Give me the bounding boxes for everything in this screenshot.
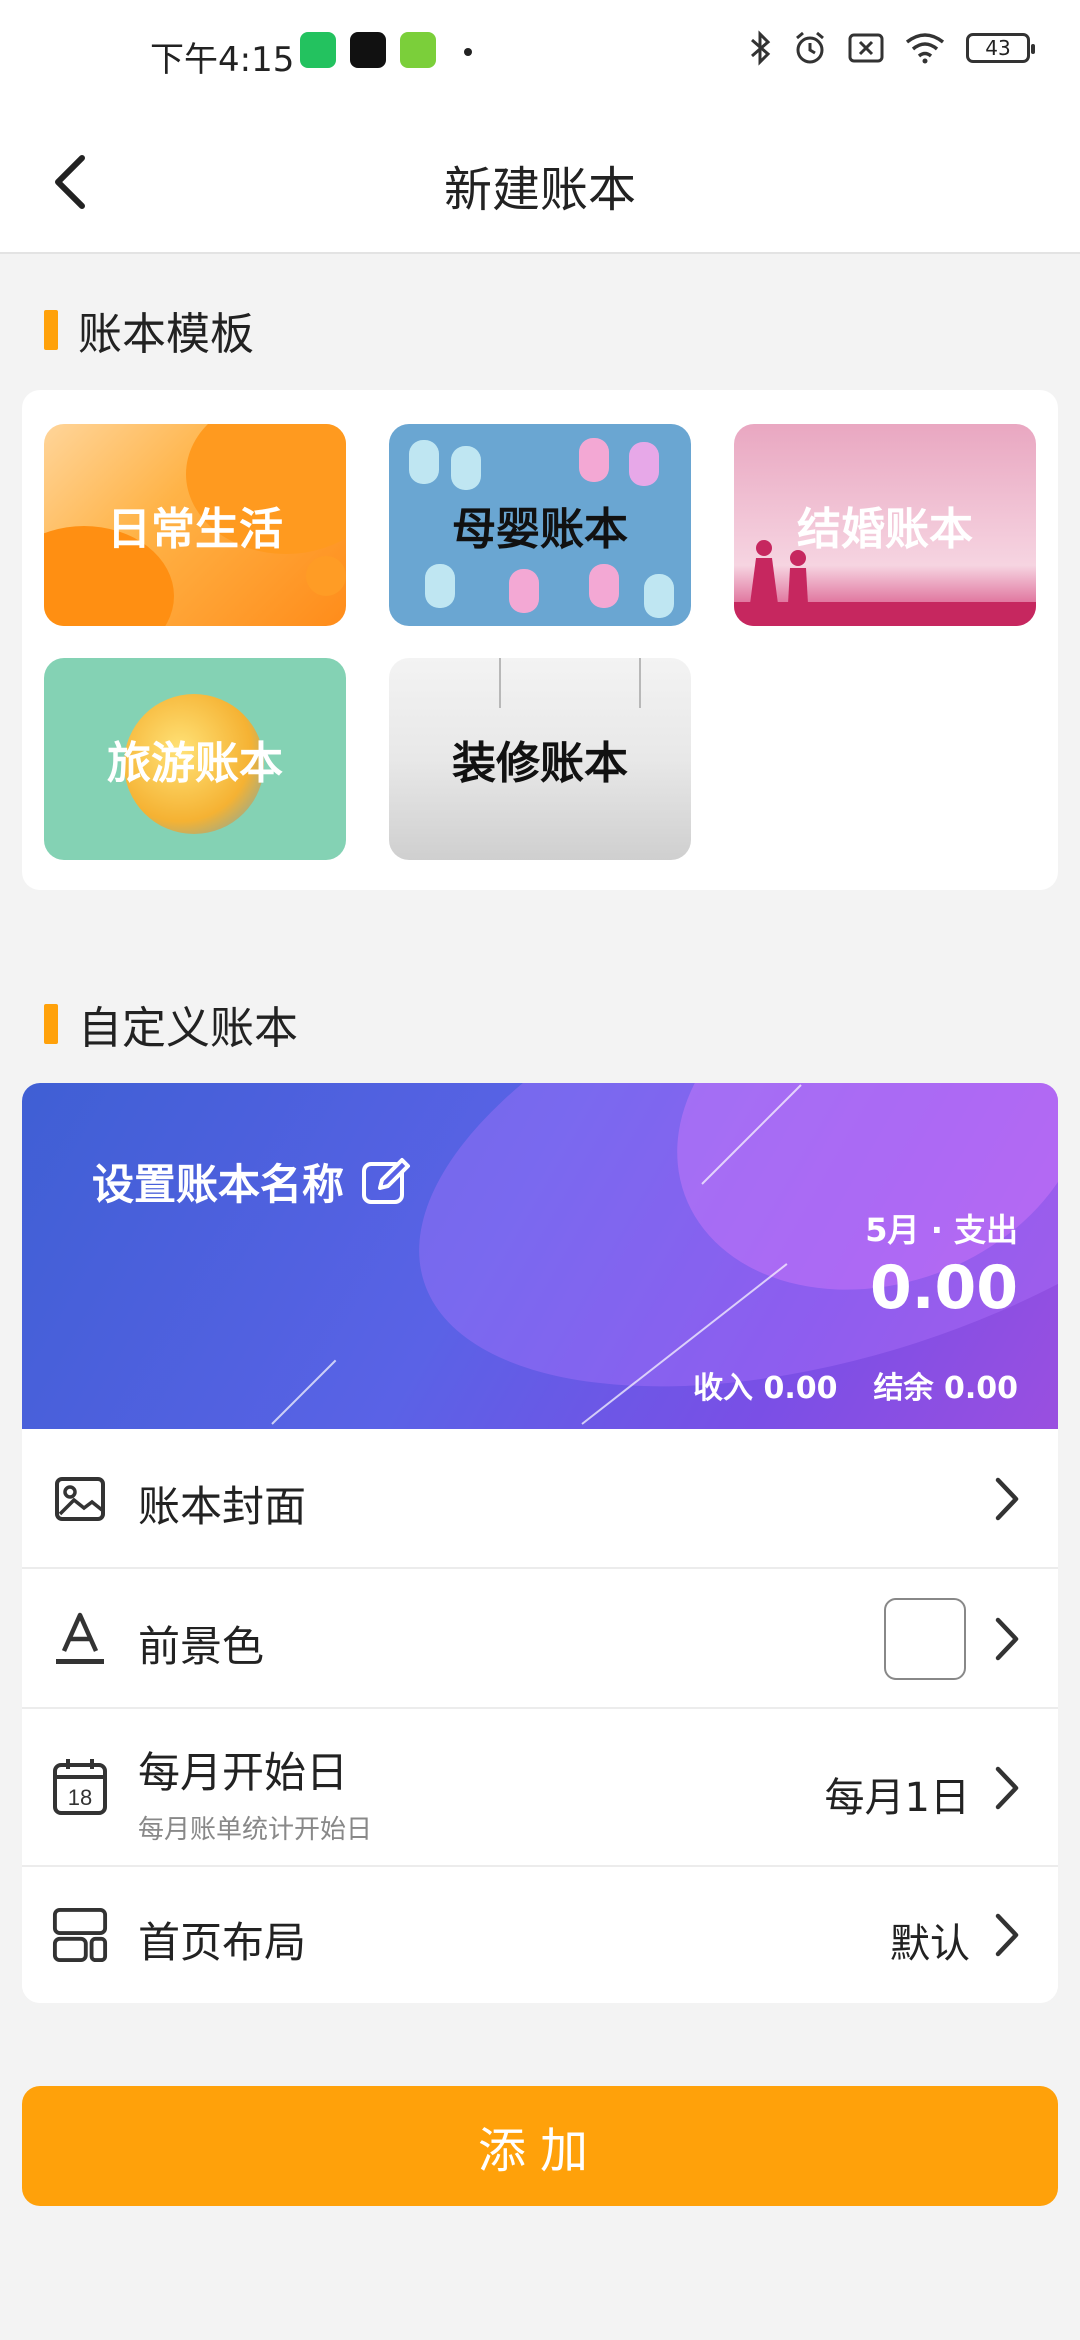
chevron-right-icon: [995, 1477, 1019, 1521]
row-book-cover[interactable]: 账本封面: [22, 1429, 1058, 1569]
sim-off-icon: [848, 33, 884, 63]
templates-section-title: 账本模板: [44, 298, 254, 362]
more-notifications-icon: [464, 48, 472, 56]
row-label: 前景色: [138, 1622, 265, 1671]
section-accent-bar: [44, 310, 58, 350]
template-label: 母婴账本: [452, 504, 628, 555]
alarm-icon: [796, 31, 824, 64]
book-name-edit[interactable]: 设置账本名称: [92, 1151, 412, 1212]
month-expense-label: 5月 · 支出: [865, 1211, 1018, 1249]
row-value: 默认: [890, 1921, 970, 1967]
row-sublabel: 每月账单统计开始日: [138, 1815, 373, 1845]
template-label: 结婚账本: [797, 504, 973, 555]
status-icons: 43: [748, 30, 1035, 66]
section-accent-bar: [44, 1004, 58, 1044]
chevron-right-icon: [995, 1913, 1019, 1957]
decor-shape: [639, 658, 641, 708]
wifi-icon: [905, 33, 945, 64]
status-time: 下午4:15: [150, 40, 295, 80]
foreground-color-swatch[interactable]: [884, 1598, 966, 1680]
add-button[interactable]: 添加: [22, 2086, 1058, 2206]
template-wedding[interactable]: 结婚账本: [734, 424, 1036, 626]
row-label: 首页布局: [138, 1918, 307, 1967]
svg-text:18: 18: [68, 1785, 92, 1810]
row-label: 每月开始日: [138, 1748, 349, 1797]
balance-amount: 结余 0.00: [873, 1371, 1018, 1406]
template-travel[interactable]: 旅游账本: [44, 658, 346, 860]
template-label: 日常生活: [107, 504, 283, 555]
row-label: 账本封面: [138, 1482, 307, 1531]
image-icon: [52, 1471, 108, 1527]
top-nav-bar: 新建账本: [0, 110, 1080, 254]
custom-book-card: 设置账本名称 5月 · 支出 0.00 收入 0.00 结余 0.00 账本封面…: [22, 1083, 1058, 2003]
footprint-icon: [579, 438, 609, 482]
templates-panel: 日常生活 母婴账本 结婚账本 旅游账本 装修账本: [22, 390, 1058, 890]
wechat-icon: [300, 32, 336, 68]
decor-shape: [271, 1359, 337, 1425]
sock-icon: [425, 564, 455, 608]
text-color-icon: [52, 1611, 108, 1667]
row-home-layout[interactable]: 首页布局 默认: [22, 1867, 1058, 2003]
status-bar: 下午4:15 43: [0, 0, 1080, 110]
chevron-right-icon: [995, 1617, 1019, 1661]
template-renovation[interactable]: 装修账本: [389, 658, 691, 860]
footprint-icon: [409, 440, 439, 484]
template-mother-baby[interactable]: 母婴账本: [389, 424, 691, 626]
income-balance-summary: 收入 0.00 结余 0.00: [693, 1363, 1018, 1407]
row-month-start-day[interactable]: 18 每月开始日 每月账单统计开始日 每月1日: [22, 1709, 1058, 1867]
cake-icon: [509, 569, 539, 613]
row-value: 每月1日: [824, 1775, 970, 1821]
custom-title-text: 自定义账本: [78, 1003, 298, 1054]
book-name-placeholder: 设置账本名称: [92, 1160, 345, 1209]
income-amount: 收入 0.00: [693, 1371, 838, 1406]
layout-icon: [52, 1907, 108, 1963]
templates-title-text: 账本模板: [78, 309, 254, 360]
row-foreground-color[interactable]: 前景色: [22, 1569, 1058, 1709]
template-daily-life[interactable]: 日常生活: [44, 424, 346, 626]
edit-icon: [362, 1157, 411, 1204]
template-label: 旅游账本: [107, 738, 283, 789]
footprint-icon: [589, 564, 619, 608]
calendar-icon: 18: [52, 1759, 108, 1815]
battery-level: 43: [985, 36, 1011, 60]
bluetooth-icon: [751, 30, 771, 66]
page-title: 新建账本: [443, 162, 636, 218]
book-cover-preview: 设置账本名称 5月 · 支出 0.00 收入 0.00 结余 0.00: [22, 1083, 1058, 1429]
download-icon: [400, 32, 436, 68]
expense-amount: 0.00: [869, 1253, 1018, 1323]
decor-shape: [306, 556, 346, 596]
custom-section-title: 自定义账本: [44, 992, 298, 1056]
chevron-right-icon: [995, 1766, 1019, 1810]
battery-icon: 43: [966, 33, 1035, 63]
footprint-icon: [629, 442, 659, 486]
decor-shape: [499, 658, 501, 708]
pacifier-icon: [644, 574, 674, 618]
footprint-icon: [451, 446, 481, 490]
tiktok-icon: [350, 32, 386, 68]
template-label: 装修账本: [452, 738, 628, 789]
